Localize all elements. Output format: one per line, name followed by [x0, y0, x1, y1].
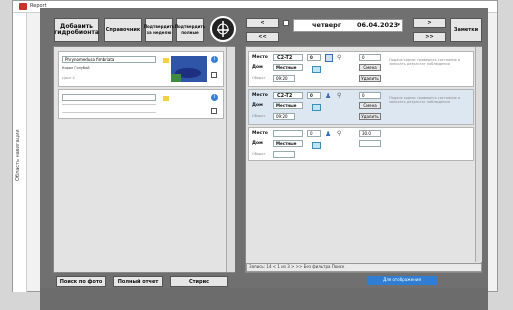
number-field[interactable]: 0: [307, 54, 321, 61]
record-checkbox[interactable]: [211, 72, 217, 78]
delete-button[interactable]: Удалить: [359, 113, 381, 120]
number-field[interactable]: 0: [307, 92, 321, 99]
folder-icon[interactable]: [163, 96, 169, 101]
place-label: Место: [252, 55, 268, 60]
side-field[interactable]: 0: [359, 92, 381, 99]
paperclip-icon[interactable]: ⚲: [337, 54, 345, 62]
shift-button[interactable]: Смена: [359, 64, 381, 71]
time-label: Оборот: [252, 152, 266, 156]
divider: [62, 104, 156, 105]
reference-button[interactable]: Справочник: [104, 18, 142, 42]
species-photo: [171, 56, 207, 82]
delete-button[interactable]: Удалить: [359, 75, 381, 82]
card-note: Подача корма: проверить состояние и запи…: [389, 96, 461, 104]
species-note: Цикл 4: [62, 76, 75, 80]
styles-button[interactable]: Стирис: [170, 276, 228, 287]
confirm-full-button[interactable]: Подтвердить полные: [175, 18, 205, 42]
place-field[interactable]: C2-T2: [273, 54, 303, 61]
time-field[interactable]: 09:20: [273, 75, 295, 82]
person-icon[interactable]: ♟: [325, 92, 333, 100]
hydrobiont-record[interactable]: Phrynomedusa fimbriata i Корал Голубой Ц…: [58, 51, 224, 87]
app-icon: [19, 3, 27, 10]
house-field[interactable]: Местные: [273, 140, 303, 147]
main-form: Добавить гидробионта Справочник Подтверд…: [40, 8, 488, 288]
time-field[interactable]: [273, 151, 295, 158]
place-field[interactable]: C2-T2: [273, 92, 303, 99]
calendar-icon[interactable]: [312, 66, 321, 73]
paperclip-icon[interactable]: ⚲: [337, 130, 345, 138]
confirm-week-button[interactable]: Подтвердить за неделю: [144, 18, 174, 42]
number-field[interactable]: 0: [307, 130, 321, 137]
date-value: 06.04.2023: [357, 21, 399, 29]
prev-day-button[interactable]: <: [246, 18, 279, 28]
divider: [62, 112, 156, 113]
notes-button[interactable]: Заметки: [450, 18, 482, 42]
navigation-pane-label: Область навигации: [15, 129, 21, 181]
calendar-icon[interactable]: [312, 104, 321, 111]
date-display[interactable]: четверг 06.04.2023 ▾: [293, 19, 403, 32]
bottom-band: [40, 288, 488, 310]
info-icon[interactable]: i: [211, 94, 218, 101]
search-by-photo-button[interactable]: Поиск по фото: [56, 276, 106, 287]
right-scrollbar[interactable]: [475, 47, 482, 262]
house-label: Дом: [252, 141, 263, 146]
shift-button[interactable]: Смена: [359, 102, 381, 109]
logo-emblem-icon: [210, 16, 236, 42]
house-field[interactable]: Местные: [273, 64, 303, 71]
person-icon[interactable]: ♟: [325, 130, 333, 138]
person-icon[interactable]: [325, 54, 333, 62]
observation-card-selected[interactable]: Место C2-T2 0 ♟ ⚲ 0 Дом Местные Смена Об…: [248, 89, 474, 125]
time-label: Оборот: [252, 76, 266, 80]
observation-card-empty[interactable]: Место 0 ♟ ⚲ 30.0 Дом Местные Оборот: [248, 127, 474, 161]
observation-card[interactable]: Место C2-T2 0 ⚲ 0 Дом Местные Смена Обор…: [248, 51, 474, 87]
place-label: Место: [252, 93, 268, 98]
hydrobiont-record-empty[interactable]: i: [58, 89, 224, 119]
paperclip-icon[interactable]: ⚲: [337, 92, 345, 100]
side-field[interactable]: 0: [359, 54, 381, 61]
side-field[interactable]: 30.0: [359, 130, 381, 137]
logo-emblem-svg: [217, 21, 229, 37]
full-report-button[interactable]: Полный отчет: [113, 276, 163, 287]
record-checkbox[interactable]: [211, 108, 217, 114]
next-day-button[interactable]: >: [413, 18, 446, 28]
house-label: Дом: [252, 65, 263, 70]
next-week-button[interactable]: >>: [413, 32, 446, 42]
day-of-week: четверг: [312, 21, 342, 29]
calendar-icon[interactable]: [312, 142, 321, 149]
house-label: Дом: [252, 103, 263, 108]
card-note: Подача корма: проверить состояние и запи…: [389, 58, 461, 66]
record-navigator[interactable]: Запись: 14 < 1 из 3 > >> Без фильтра Пои…: [246, 263, 482, 272]
info-icon[interactable]: i: [211, 56, 218, 63]
date-checkbox[interactable]: [283, 20, 289, 26]
place-label: Место: [252, 131, 268, 136]
prev-week-button[interactable]: <<: [246, 32, 279, 42]
species-field[interactable]: Phrynomedusa fimbriata: [62, 56, 156, 63]
time-label: Оборот: [252, 114, 266, 118]
chevron-down-icon[interactable]: ▾: [397, 20, 400, 31]
species-field-empty[interactable]: [62, 94, 156, 101]
extra-field[interactable]: [359, 140, 381, 147]
house-field[interactable]: Местные: [273, 102, 303, 109]
place-field[interactable]: [273, 130, 303, 137]
right-panel: Место C2-T2 0 ⚲ 0 Дом Местные Смена Обор…: [245, 46, 482, 273]
left-panel: Phrynomedusa fimbriata i Корал Голубой Ц…: [53, 46, 235, 273]
left-scrollbar[interactable]: [226, 47, 235, 272]
add-hydrobiont-button[interactable]: Добавить гидробионта: [54, 18, 99, 42]
display-button[interactable]: Для отображения: [367, 276, 437, 285]
photo-plant-shape: [171, 74, 181, 82]
time-field[interactable]: 09:20: [273, 113, 295, 120]
species-subtitle: Корал Голубой: [62, 66, 90, 70]
navigation-pane[interactable]: Область навигации: [13, 13, 27, 292]
folder-icon[interactable]: [163, 58, 169, 63]
